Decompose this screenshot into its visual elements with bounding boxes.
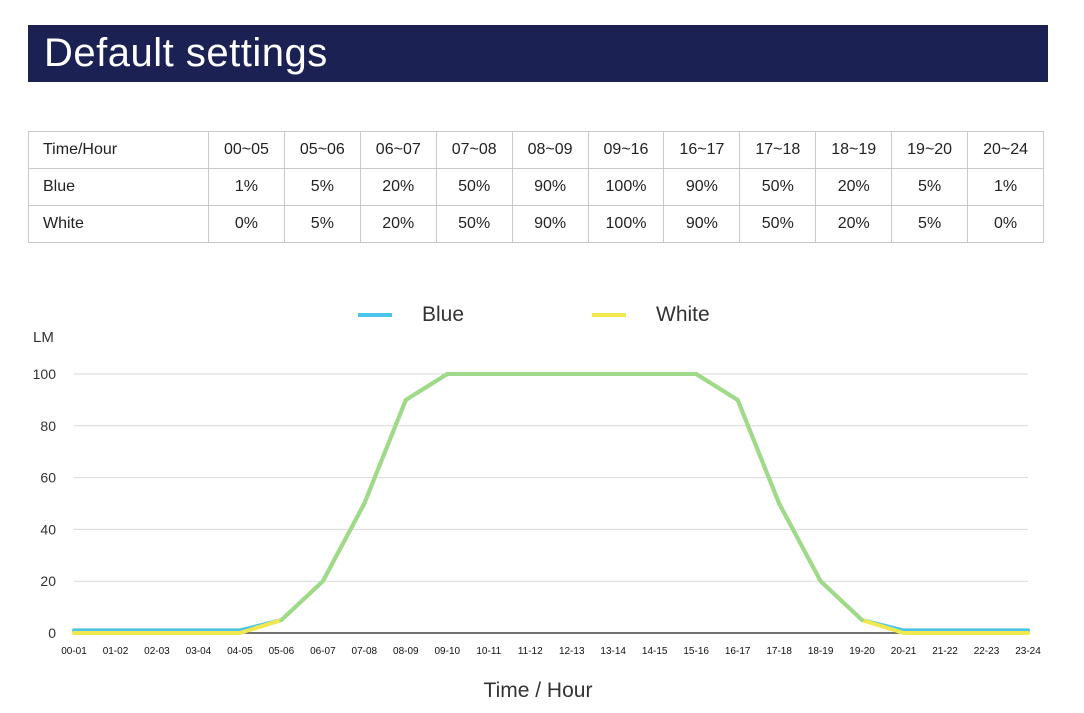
series-overlap-segment: [777, 501, 823, 584]
y-tick-label: 0: [48, 625, 56, 641]
x-tick-label: 13-14: [600, 646, 626, 657]
x-tick-label: 18-19: [808, 646, 834, 657]
x-tick-label: 03-04: [186, 646, 212, 657]
legend-label-white: White: [656, 303, 710, 326]
x-tick-label: 12-13: [559, 646, 585, 657]
y-tick-label: 40: [40, 521, 56, 537]
y-tick-label: 60: [40, 470, 56, 486]
x-tick-label: 15-16: [683, 646, 709, 657]
series-overlap-segment: [694, 372, 740, 402]
series-overlap-segment: [818, 579, 865, 623]
x-tick-label: 10-11: [476, 646, 501, 657]
x-axis-label: Time / Hour: [484, 679, 593, 702]
x-tick-label: 09-10: [435, 646, 461, 657]
x-tick-label: 04-05: [227, 646, 253, 657]
x-tick-label: 08-09: [393, 646, 419, 657]
y-tick-label: 20: [40, 573, 56, 589]
series-overlap-segment: [735, 397, 782, 506]
y-tick-label: 80: [40, 418, 56, 434]
x-tick-label: 23-24: [1015, 646, 1041, 657]
x-tick-label: 02-03: [144, 646, 170, 657]
legend-label-blue: Blue: [422, 303, 464, 326]
series-overlap-segment: [320, 501, 367, 584]
x-tick-label: 05-06: [269, 646, 295, 657]
y-axis-label: LM: [33, 329, 54, 346]
x-tick-label: 22-23: [974, 646, 1000, 657]
x-tick-label: 06-07: [310, 646, 336, 657]
x-tick-label: 11-12: [518, 646, 543, 657]
series-overlap-segment: [403, 372, 450, 402]
line-chart: 0 20 40 60 80 100 00-01 01-02 02-03 03-04 04-05 05…: [33, 303, 1042, 702]
x-tick-label: 00-01: [61, 646, 87, 657]
x-tick-label: 14-15: [642, 646, 668, 657]
y-tick-label: 100: [33, 366, 57, 382]
series-line-blue: [72, 372, 1030, 633]
x-tick-label: 21-22: [932, 646, 958, 657]
series-overlap-segment: [279, 579, 325, 623]
x-tick-label: 20-21: [891, 646, 917, 657]
x-tick-label: 17-18: [766, 646, 792, 657]
series-overlap-segment: [362, 397, 408, 506]
series-line-white: [72, 372, 1030, 635]
x-tick-label: 19-20: [849, 646, 875, 657]
x-tick-label: 16-17: [725, 646, 751, 657]
x-tick-label: 07-08: [352, 646, 378, 657]
x-tick-label: 01-02: [103, 646, 129, 657]
